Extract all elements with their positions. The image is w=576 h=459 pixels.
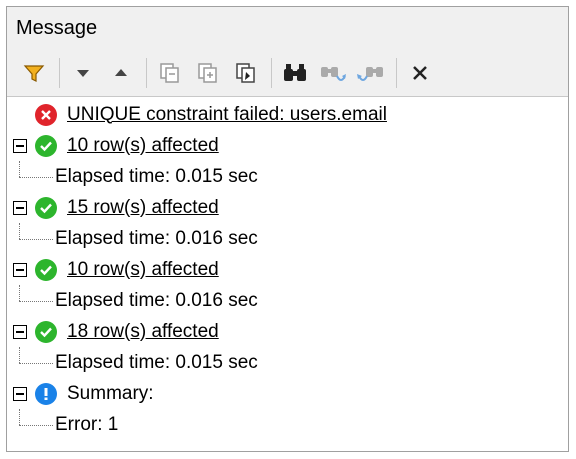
- copy-all-icon: [198, 62, 217, 83]
- copy-icon: [160, 62, 179, 83]
- message-toolbar: [7, 49, 568, 97]
- toolbar-separator: [59, 57, 60, 88]
- message-detail-row: Elapsed time: 0.015 sec: [7, 347, 568, 378]
- success-icon: [35, 320, 57, 343]
- copy-all-button[interactable]: [191, 56, 225, 90]
- copy-selected-button[interactable]: [229, 56, 263, 90]
- summary-label: Summary:: [67, 382, 154, 404]
- message-link[interactable]: UNIQUE constraint failed: users.email: [67, 104, 387, 126]
- collapse-toggle[interactable]: [13, 200, 27, 215]
- find-button[interactable]: [278, 56, 312, 90]
- message-detail-row: Error: 1: [7, 409, 568, 440]
- copy-selected-icon: [236, 62, 255, 83]
- clear-button[interactable]: [403, 56, 437, 90]
- success-icon: [35, 196, 57, 219]
- message-row-success: 15 row(s) affected: [7, 192, 568, 223]
- collapse-toggle[interactable]: [13, 386, 27, 401]
- close-icon: [413, 65, 427, 80]
- message-link[interactable]: 10 row(s) affected: [67, 135, 219, 157]
- success-icon: [35, 258, 57, 281]
- message-row-success: 10 row(s) affected: [7, 254, 568, 285]
- info-icon: [35, 382, 57, 405]
- message-panel: Message UNIQUE constraint failed: users.…: [6, 6, 569, 452]
- message-row-summary: Summary:: [7, 378, 568, 409]
- find-previous-button[interactable]: [354, 56, 388, 90]
- message-detail-row: Elapsed time: 0.016 sec: [7, 223, 568, 254]
- error-count: Error: 1: [55, 413, 119, 435]
- previous-message-button[interactable]: [104, 56, 138, 90]
- copy-button[interactable]: [153, 56, 187, 90]
- find-icon: [284, 63, 306, 81]
- elapsed-time: Elapsed time: 0.016 sec: [55, 289, 258, 311]
- elapsed-time: Elapsed time: 0.016 sec: [55, 227, 258, 249]
- collapse-toggle[interactable]: [13, 138, 27, 153]
- next-message-button[interactable]: [66, 56, 100, 90]
- message-tree: UNIQUE constraint failed: users.email 10…: [7, 97, 568, 440]
- error-icon: [35, 103, 57, 126]
- success-icon: [35, 134, 57, 157]
- collapse-toggle[interactable]: [13, 324, 27, 339]
- arrow-up-icon: [115, 68, 127, 76]
- message-link[interactable]: 10 row(s) affected: [67, 259, 219, 281]
- arrow-down-icon: [77, 69, 89, 77]
- find-next-button[interactable]: [316, 56, 350, 90]
- elapsed-time: Elapsed time: 0.015 sec: [55, 165, 258, 187]
- message-row-success: 18 row(s) affected: [7, 316, 568, 347]
- message-detail-row: Elapsed time: 0.016 sec: [7, 285, 568, 316]
- toolbar-separator: [146, 57, 147, 88]
- message-row-error: UNIQUE constraint failed: users.email: [7, 99, 568, 130]
- elapsed-time: Elapsed time: 0.015 sec: [55, 351, 258, 373]
- message-row-success: 10 row(s) affected: [7, 130, 568, 161]
- toolbar-separator: [396, 57, 397, 88]
- message-link[interactable]: 15 row(s) affected: [67, 197, 219, 219]
- find-next-icon: [321, 66, 346, 81]
- panel-title: Message: [7, 7, 568, 49]
- message-link[interactable]: 18 row(s) affected: [67, 321, 219, 343]
- find-previous-icon: [357, 66, 383, 81]
- filter-button[interactable]: [17, 56, 51, 90]
- filter-icon: [23, 64, 45, 82]
- message-detail-row: Elapsed time: 0.015 sec: [7, 161, 568, 192]
- collapse-toggle[interactable]: [13, 262, 27, 277]
- toolbar-separator: [271, 57, 272, 88]
